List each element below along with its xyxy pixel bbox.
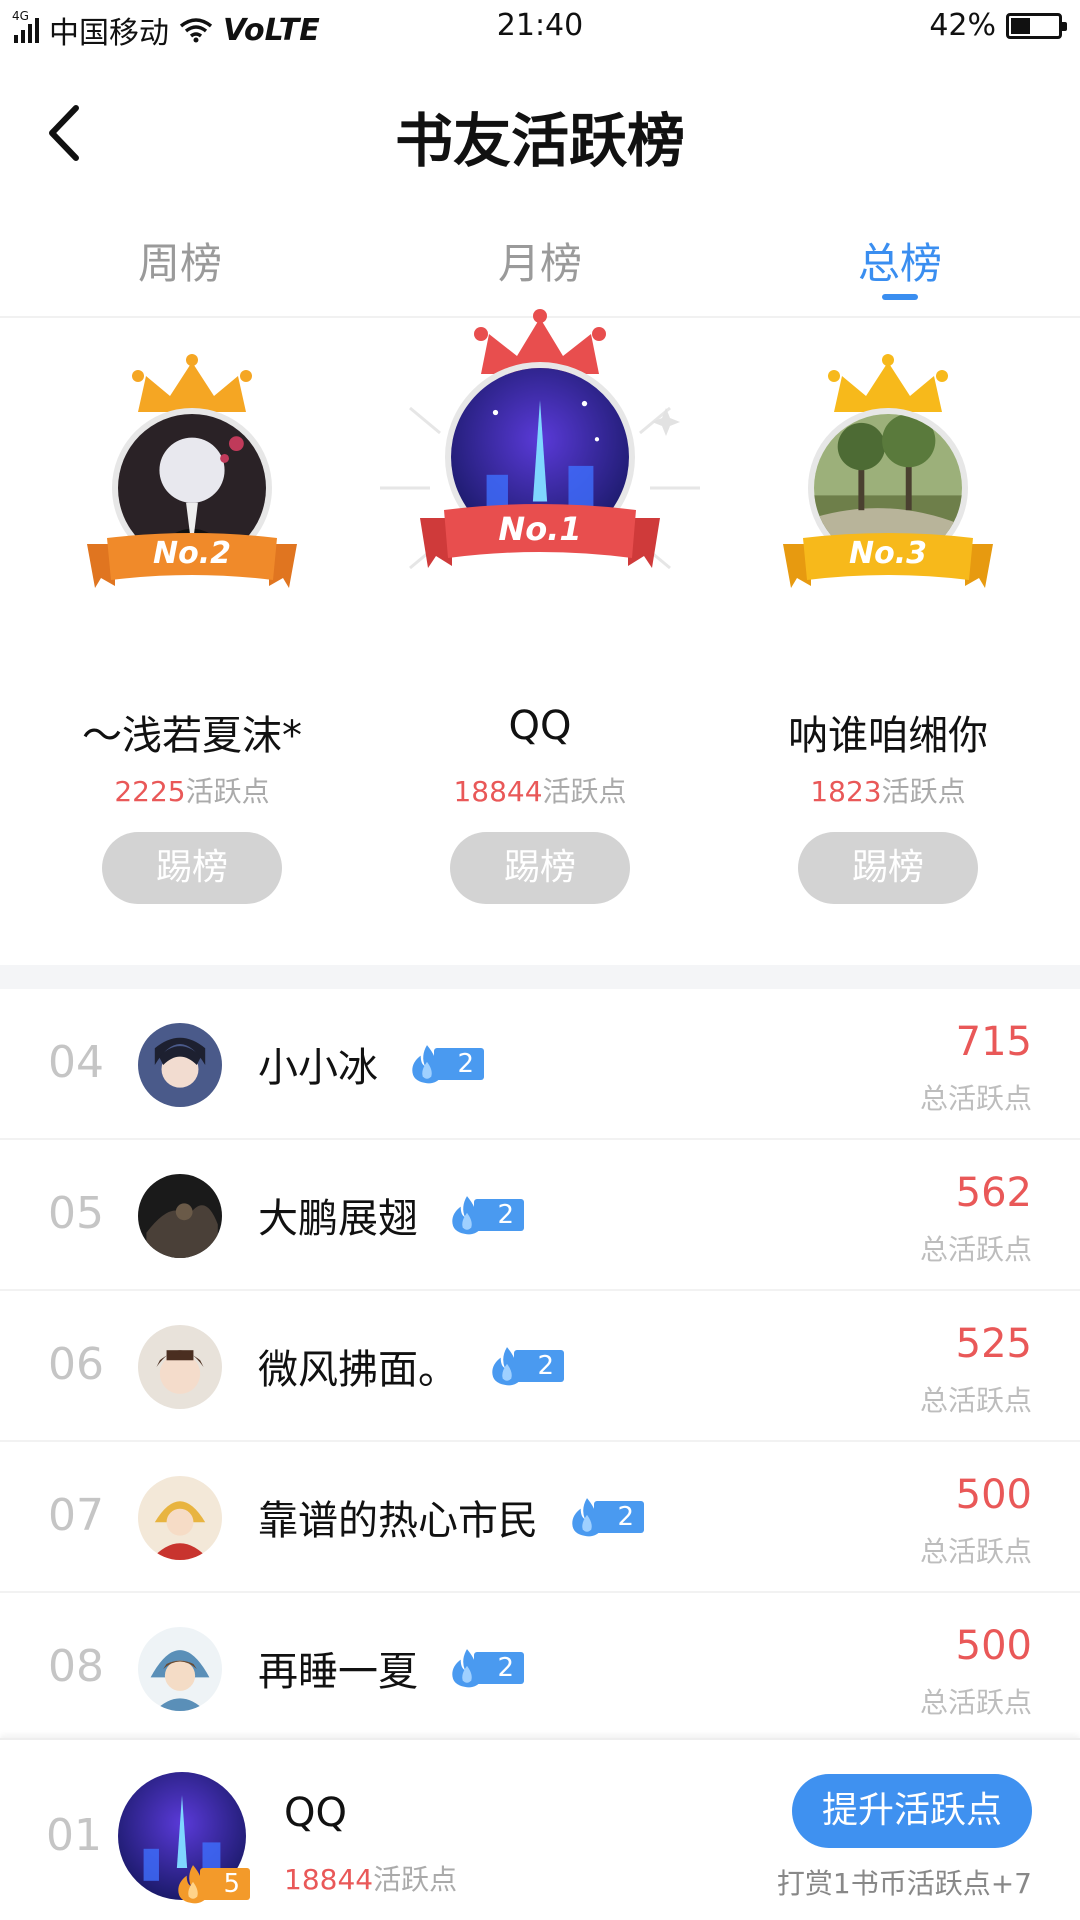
level-badge: 2 (566, 1498, 644, 1537)
kick-button[interactable]: 踢榜 (798, 832, 978, 904)
flame-icon (572, 1498, 605, 1537)
podium-second: No.2 ～浅若夏沫* 2225活跃点 踢榜 (22, 318, 362, 968)
score-value: 1823 (810, 775, 882, 808)
score-label: 总活跃点 (919, 1233, 1032, 1266)
user-name-wrap: 靠谱的热心市民 2 (258, 1488, 644, 1546)
rank-badge: No.3 (849, 536, 927, 571)
score-suffix: 活跃点 (542, 775, 627, 808)
list-item[interactable]: 08 再睡一夏 2 500 总活跃点 (0, 1593, 1080, 1744)
level-badge: 2 (446, 1196, 524, 1235)
podium-score: 1823活跃点 (718, 770, 1058, 810)
user-name-wrap: 小小冰 2 (258, 1035, 484, 1093)
reward-tip: 打赏1书币活跃点+7 (776, 1867, 1032, 1900)
user-name-wrap: 微风拂面。 2 (258, 1337, 564, 1395)
avatar[interactable] (138, 1476, 222, 1560)
podium-score: 2225活跃点 (22, 770, 362, 810)
boost-activity-button[interactable]: 提升活跃点 (792, 1774, 1032, 1848)
score-value: 500 (955, 1472, 1032, 1518)
score-value: 525 (955, 1321, 1032, 1367)
score-value: 18844 (284, 1863, 374, 1896)
page-title: 书友活跃榜 (394, 107, 685, 175)
podium-first: No.1 QQ 18844活跃点 踢榜 (370, 309, 710, 968)
battery-percent: 42% (929, 8, 996, 43)
tab-total[interactable]: 总榜 (720, 206, 1080, 316)
flame-icon (452, 1649, 485, 1688)
level-badge: 2 (446, 1649, 524, 1688)
rank-number: 07 (48, 1490, 104, 1541)
avatar[interactable] (138, 1627, 222, 1711)
battery-icon (1006, 12, 1067, 39)
score-label: 总活跃点 (919, 1384, 1032, 1417)
tab-monthly[interactable]: 月榜 (360, 206, 720, 316)
avatar[interactable] (138, 1023, 222, 1107)
user-name: 再睡一夏 (258, 1649, 418, 1695)
score-suffix: 活跃点 (373, 1863, 458, 1896)
avatar-image (138, 1476, 222, 1560)
score-value: 715 (955, 1019, 1032, 1065)
user-name-wrap: 再睡一夏 2 (258, 1639, 524, 1697)
podium: No.2 ～浅若夏沫* 2225活跃点 踢榜 No.1 QQ 18844活跃点 … (0, 309, 1080, 968)
kick-button[interactable]: 踢榜 (450, 832, 630, 904)
rank-badge: No.2 (153, 536, 231, 571)
avatar-image (138, 1174, 222, 1258)
my-level-badge: 5 (172, 1865, 250, 1904)
rank-number: 06 (48, 1339, 104, 1390)
my-name: QQ (284, 1790, 347, 1836)
my-rank-bar: 01 5 QQ 18844活跃点 提升活跃点 打赏1书币活跃点+7 (0, 1738, 1080, 1920)
my-rank-number: 01 (46, 1810, 102, 1861)
rank-number: 05 (48, 1188, 104, 1239)
tab-bar: 周榜 月榜 总榜 (0, 206, 1080, 318)
flame-icon (178, 1865, 211, 1904)
score-label: 总活跃点 (919, 1535, 1032, 1568)
avatar-image (138, 1023, 222, 1107)
user-name: 小小冰 (258, 1045, 378, 1091)
avatar[interactable] (138, 1174, 222, 1258)
score-value: 18844 (453, 775, 543, 808)
section-divider (0, 965, 1080, 989)
score-value: 500 (955, 1623, 1032, 1669)
status-bar: 4G 中国移动 VoLTE 21:40 42% (0, 0, 1080, 56)
header: 书友活跃榜 (0, 56, 1080, 206)
flame-icon (412, 1045, 445, 1084)
flame-icon (452, 1196, 485, 1235)
list-item[interactable]: 04 小小冰 2 715 总活跃点 (0, 989, 1080, 1140)
score-label: 总活跃点 (919, 1082, 1032, 1115)
tab-weekly[interactable]: 周榜 (0, 206, 360, 316)
score-value: 562 (955, 1170, 1032, 1216)
ranking-list: 04 小小冰 2 715 总活跃点 05 大鹏展翅 2 562 总活跃点 06 … (0, 989, 1080, 1744)
user-name: 微风拂面。 (258, 1347, 458, 1393)
user-name: 靠谱的热心市民 (258, 1498, 538, 1544)
flame-icon (492, 1347, 525, 1386)
my-score: 18844活跃点 (284, 1858, 457, 1898)
avatar[interactable] (138, 1325, 222, 1409)
score-suffix: 活跃点 (185, 775, 270, 808)
status-time: 21:40 (496, 8, 584, 43)
podium-name: QQ (508, 703, 572, 749)
score-suffix: 活跃点 (881, 775, 966, 808)
avatar-image (138, 1627, 222, 1711)
podium-third: No.3 呐谁咱缃你 1823活跃点 踢榜 (718, 318, 1058, 968)
score-label: 总活跃点 (919, 1686, 1032, 1719)
rank-badge: No.1 (498, 510, 582, 548)
podium-score: 18844活跃点 (370, 770, 710, 810)
podium-name: 呐谁咱缃你 (788, 713, 988, 759)
user-name: 大鹏展翅 (258, 1196, 418, 1242)
list-item[interactable]: 06 微风拂面。 2 525 总活跃点 (0, 1291, 1080, 1442)
list-item[interactable]: 07 靠谱的热心市民 2 500 总活跃点 (0, 1442, 1080, 1593)
score-value: 2225 (114, 775, 186, 808)
list-item[interactable]: 05 大鹏展翅 2 562 总活跃点 (0, 1140, 1080, 1291)
user-name-wrap: 大鹏展翅 2 (258, 1186, 524, 1244)
rank-number: 04 (48, 1037, 104, 1088)
level-badge: 2 (406, 1045, 484, 1084)
level-badge: 2 (486, 1347, 564, 1386)
podium-name: ～浅若夏沫* (82, 713, 302, 759)
avatar-image (138, 1325, 222, 1409)
rank-number: 08 (48, 1641, 104, 1692)
kick-button[interactable]: 踢榜 (102, 832, 282, 904)
